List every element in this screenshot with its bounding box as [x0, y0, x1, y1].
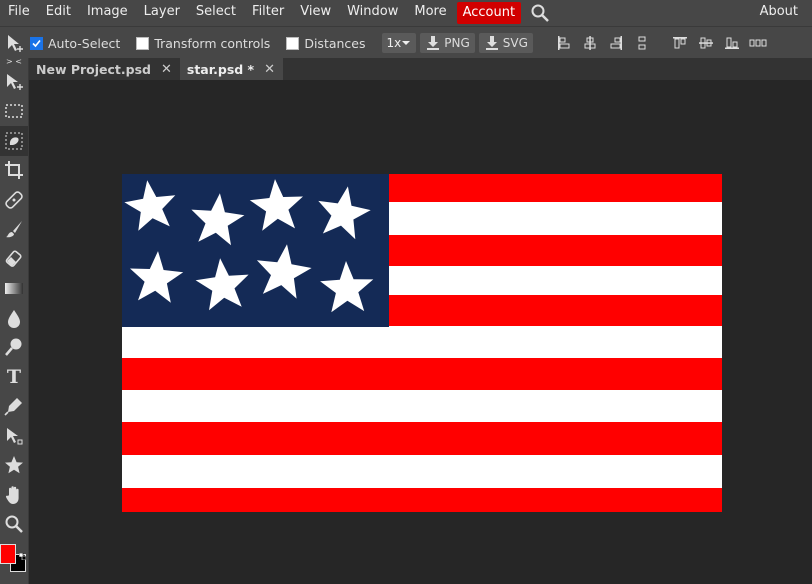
download-icon	[485, 36, 498, 50]
export-svg-button[interactable]: SVG	[478, 33, 533, 53]
align-left-icon[interactable]	[551, 30, 577, 56]
shape-tool-icon[interactable]	[0, 451, 28, 481]
align-center-vertical-icon[interactable]	[693, 30, 719, 56]
menu-layer[interactable]: Layer	[136, 0, 188, 26]
account-button[interactable]: Account	[456, 2, 522, 24]
align-center-horizontal-icon[interactable]	[577, 30, 603, 56]
gradient-tool-icon[interactable]	[0, 274, 28, 304]
close-icon[interactable]: ✕	[264, 62, 275, 77]
document-canvas[interactable]	[122, 174, 722, 512]
tool-panel: > < T	[0, 58, 29, 584]
brush-tool-icon[interactable]	[0, 215, 28, 245]
move-tool-icon	[0, 28, 30, 58]
tab-star[interactable]: star.psd * ✕	[179, 58, 284, 80]
flag-red-stripe	[122, 422, 722, 455]
healing-tool-icon[interactable]	[0, 185, 28, 215]
options-bar: Auto-Select Transform controls Distances…	[0, 26, 812, 59]
path-select-tool-icon[interactable]	[0, 421, 28, 451]
align-top-icon[interactable]	[667, 30, 693, 56]
type-tool-icon[interactable]: T	[0, 362, 28, 392]
eraser-tool-icon[interactable]	[0, 244, 28, 274]
lasso-tool-icon[interactable]	[0, 126, 28, 156]
move-tool-icon[interactable]	[0, 67, 28, 97]
flag-red-stripe	[122, 488, 722, 512]
menu-select[interactable]: Select	[188, 0, 244, 26]
document-tabs: New Project.psd ✕ star.psd * ✕	[29, 58, 812, 80]
export-png-button[interactable]: PNG	[420, 33, 475, 53]
blur-tool-icon[interactable]	[0, 303, 28, 333]
foreground-color-swatch[interactable]	[0, 544, 16, 564]
swap-colors-icon[interactable]	[18, 545, 27, 561]
transform-controls-label: Transform controls	[154, 35, 271, 51]
menu-filter[interactable]: Filter	[244, 0, 292, 26]
collapse-panel-icon[interactable]: > <	[0, 58, 28, 67]
zoom-tool-icon[interactable]	[0, 510, 28, 540]
menu-edit[interactable]: Edit	[38, 0, 79, 26]
flag-red-stripe	[122, 358, 722, 390]
align-bottom-icon[interactable]	[719, 30, 745, 56]
auto-select-checkbox[interactable]: Auto-Select	[30, 36, 120, 51]
close-icon[interactable]: ✕	[161, 62, 172, 77]
dodge-tool-icon[interactable]	[0, 333, 28, 363]
flag-artwork	[122, 174, 722, 512]
auto-select-label: Auto-Select	[48, 35, 121, 51]
distribute-vertical-icon[interactable]	[629, 30, 655, 56]
check-icon	[30, 36, 43, 50]
distribute-horizontal-icon[interactable]	[745, 30, 771, 56]
scale-select[interactable]: 1x	[381, 33, 417, 53]
download-icon	[427, 36, 440, 50]
menu-more[interactable]: More	[406, 0, 454, 26]
crop-tool-icon[interactable]	[0, 156, 28, 186]
marquee-tool-icon[interactable]	[0, 97, 28, 127]
search-icon[interactable]	[527, 0, 553, 26]
pen-tool-icon[interactable]	[0, 392, 28, 422]
chevron-down-icon	[402, 41, 411, 45]
menu-window[interactable]: Window	[339, 0, 406, 26]
distances-checkbox[interactable]: Distances	[286, 35, 366, 51]
menu-file[interactable]: File	[0, 0, 38, 26]
hand-tool-icon[interactable]	[0, 480, 28, 510]
align-right-icon[interactable]	[603, 30, 629, 56]
transform-controls-checkbox[interactable]: Transform controls	[136, 36, 270, 51]
tab-new-project[interactable]: New Project.psd ✕	[29, 58, 180, 80]
distances-label: Distances	[304, 35, 366, 51]
menu-image[interactable]: Image	[79, 0, 136, 26]
menu-bar: File Edit Image Layer Select Filter View…	[0, 0, 812, 26]
menu-about[interactable]: About	[752, 0, 806, 26]
menu-view[interactable]: View	[292, 0, 339, 26]
